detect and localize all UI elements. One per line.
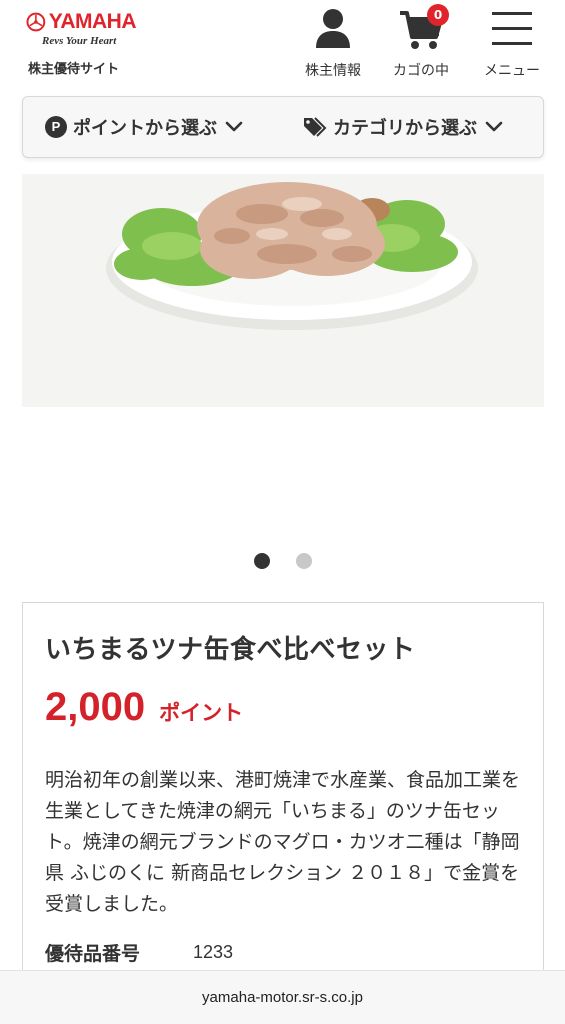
carousel-indicators: [0, 553, 565, 569]
cart-count-badge: 0: [427, 4, 449, 26]
yamaha-logo[interactable]: YAMAHA Revs Your Heart: [26, 10, 137, 52]
url-text: yamaha-motor.sr-s.co.jp: [202, 989, 363, 1006]
menu-label: メニュー: [484, 63, 540, 79]
chevron-down-icon: [485, 121, 503, 132]
filter-bar: P ポイントから選ぶ カテゴリから選ぶ: [22, 96, 544, 158]
menu-button[interactable]: メニュー: [472, 8, 552, 80]
member-info-label: 株主情報: [305, 63, 361, 79]
product-detail-card: いちまるツナ缶食べ比べセット 2,000 ポイント 明治初年の創業以来、港町焼津…: [22, 602, 544, 1024]
price-value: 2,000: [45, 685, 146, 729]
product-description: 明治初年の創業以来、港町焼津で水産業、食品加工業を生業としてきた焼津の網元「いち…: [45, 769, 521, 915]
site-name: 株主優待サイト: [28, 62, 120, 77]
price-unit: ポイント: [159, 701, 244, 725]
carousel-dot-2[interactable]: [295, 553, 312, 569]
site-header: YAMAHA Revs Your Heart 株主優待サイト 株主情報 0 カゴ…: [0, 0, 565, 92]
logo-tagline: Revs Your Heart: [42, 35, 117, 47]
p-badge-icon: P: [45, 116, 67, 138]
hamburger-menu-icon: [492, 12, 532, 45]
tuna-salad-plate-image: [22, 174, 544, 407]
product-number-value: 1233: [193, 942, 234, 962]
product-price: 2,000 ポイント: [45, 685, 243, 730]
cart-button[interactable]: 0 カゴの中: [381, 4, 461, 80]
tuning-fork-emblem-icon: [26, 12, 46, 32]
chevron-down-icon: [225, 121, 243, 132]
product-number-row: 優待品番号 1233: [45, 939, 233, 966]
person-icon: [316, 9, 350, 48]
filter-by-category-label: カテゴリから選ぶ: [333, 118, 477, 139]
tag-icon: [304, 117, 327, 137]
member-info-button[interactable]: 株主情報: [293, 8, 373, 80]
filter-by-points-button[interactable]: P ポイントから選ぶ: [33, 97, 255, 157]
browser-address-bar[interactable]: yamaha-motor.sr-s.co.jp: [0, 970, 565, 1024]
product-title: いちまるツナ缶食べ比べセット: [45, 635, 416, 665]
product-image-carousel[interactable]: [22, 174, 544, 407]
product-number-label: 優待品番号: [45, 943, 141, 965]
filter-by-category-button[interactable]: カテゴリから選ぶ: [291, 97, 515, 157]
cart-label: カゴの中: [393, 63, 449, 79]
logo-brand: YAMAHA: [48, 10, 137, 33]
filter-by-points-label: ポイントから選ぶ: [73, 118, 217, 139]
carousel-dot-1[interactable]: [253, 553, 270, 569]
